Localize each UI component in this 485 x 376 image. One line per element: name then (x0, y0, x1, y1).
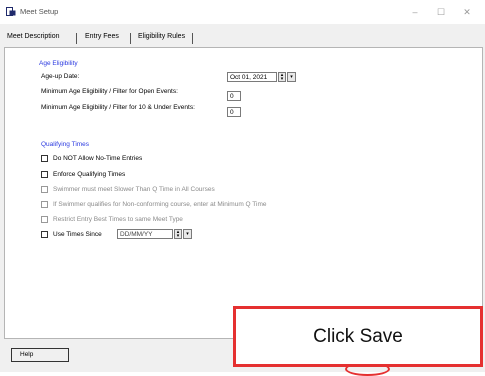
non-conforming-label: If Swimmer qualifies for Non-conforming … (53, 201, 267, 208)
min-age-10u-field[interactable]: 0 (227, 107, 241, 117)
app-icon (6, 7, 16, 16)
click-save-callout: Click Save (233, 306, 483, 367)
min-age-open-label: Minimum Age Eligibility / Filter for Ope… (41, 88, 178, 95)
close-button[interactable]: ✕ (456, 4, 478, 20)
age-eligibility-heading: Age Eligibility (39, 60, 78, 67)
tab-meet-description[interactable]: Meet Description (7, 33, 60, 40)
non-conforming-checkbox[interactable] (41, 201, 48, 208)
eligibility-panel: Age Eligibility Age-up Date: Oct 01, 202… (4, 47, 483, 339)
use-times-since-spinner[interactable]: ▴ ▾ (174, 229, 182, 239)
tab-eligibility-rules[interactable]: Eligibility Rules (138, 33, 185, 40)
tab-separator (76, 33, 77, 44)
help-button[interactable]: Help (11, 348, 69, 362)
enforce-qualifying-checkbox[interactable] (41, 171, 48, 178)
min-age-open-field[interactable]: 0 (227, 91, 241, 101)
qualifying-times-heading: Qualifying Times (41, 141, 90, 148)
slower-than-q-checkbox[interactable] (41, 186, 48, 193)
meet-setup-window: Meet Setup – ☐ ✕ Meet Description Entry … (0, 0, 485, 376)
age-up-date-dropdown[interactable]: ▾ (287, 72, 296, 82)
restrict-best-times-checkbox[interactable] (41, 216, 48, 223)
minimize-button[interactable]: – (404, 4, 426, 20)
age-up-date-label: Age-up Date: (41, 73, 80, 80)
enforce-qualifying-label: Enforce Qualifying Times (53, 171, 126, 178)
tab-separator (130, 33, 131, 44)
maximize-button[interactable]: ☐ (430, 4, 452, 20)
age-up-date-field[interactable]: Oct 01, 2021 (227, 72, 277, 82)
age-up-date-spinner[interactable]: ▴ ▾ (278, 72, 286, 82)
title-bar: Meet Setup – ☐ ✕ (0, 0, 485, 24)
no-time-entries-label: Do NOT Allow No-Time Entries (53, 155, 143, 162)
restrict-best-times-label: Restrict Entry Best Times to same Meet T… (53, 216, 183, 223)
tab-bar: Meet Description Entry Fees Eligibility … (0, 31, 485, 46)
slower-than-q-label: Swimmer must meet Slower Than Q Time in … (53, 186, 215, 193)
tab-separator (192, 33, 193, 44)
use-times-since-label: Use Times Since (53, 231, 102, 238)
tab-entry-fees[interactable]: Entry Fees (85, 33, 119, 40)
use-times-since-dropdown[interactable]: ▾ (183, 229, 192, 239)
window-title: Meet Setup (20, 7, 59, 16)
use-times-since-field[interactable]: DD/MM/YY (117, 229, 173, 239)
use-times-since-checkbox[interactable] (41, 231, 48, 238)
min-age-10u-label: Minimum Age Eligibility / Filter for 10 … (41, 104, 195, 111)
no-time-entries-checkbox[interactable] (41, 155, 48, 162)
